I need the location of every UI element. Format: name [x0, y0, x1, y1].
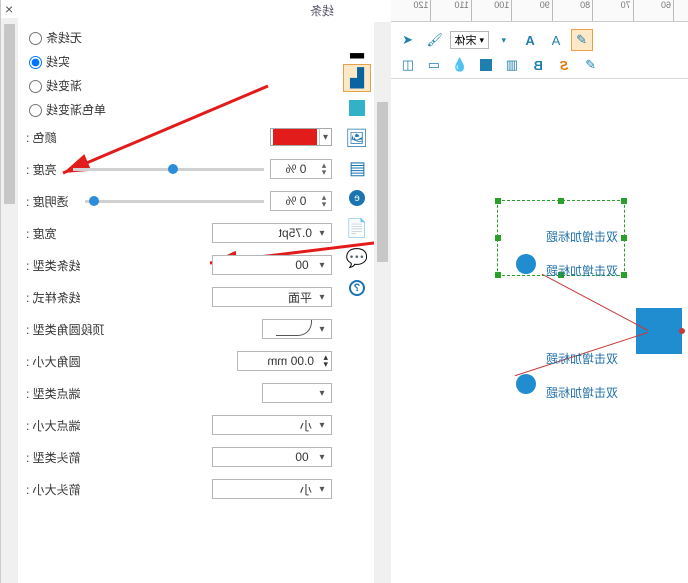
document-icon[interactable]: 📄 — [343, 214, 371, 242]
canvas-scrollbar-vertical[interactable] — [374, 22, 391, 583]
node-label[interactable]: 双击增加标题 — [546, 262, 618, 279]
radio-gradient[interactable] — [29, 80, 42, 93]
pointer-icon[interactable]: ➤ — [397, 29, 419, 51]
canvas-pane: 60 70 80 90 100 110 120 ✎ A A ▾ ▾ 宋体 🖌 ➤ — [374, 0, 688, 583]
node-label[interactable]: 双击增加标题 — [546, 350, 618, 367]
line-type-label: 线条类型 : — [26, 257, 81, 274]
end-type-combo[interactable]: ▾ — [262, 383, 332, 403]
arrow-size-combo[interactable]: ▾ 小 — [212, 479, 332, 499]
radio-single-gradient-label: 单色渐变线 — [46, 101, 106, 118]
end-type-label: 端点类型 : — [26, 385, 81, 402]
bold-icon[interactable]: B — [527, 54, 549, 76]
radio-solid[interactable] — [29, 56, 42, 69]
radio-none[interactable] — [29, 32, 42, 45]
font-size-dropdown[interactable]: ▾ — [493, 29, 515, 51]
node-label[interactable]: 双击增加标题 — [546, 384, 618, 401]
connector-line[interactable] — [542, 274, 648, 331]
tool-eyedrop-icon[interactable]: ✎ — [579, 54, 601, 76]
line-properties-panel: 线条 × 无线条 实线 渐变线 单色渐变线 ▾ — [0, 0, 340, 583]
panel-title: 线条 — [1, 0, 340, 18]
font-size-inc-icon[interactable]: A — [519, 29, 541, 51]
corner-type-label: 顶段圆角类型 : — [26, 321, 105, 338]
font-size-dec-icon[interactable]: A — [545, 29, 567, 51]
web-icon[interactable]: e — [343, 184, 371, 212]
transparency-label: 透明度 : — [26, 193, 69, 210]
end-size-combo[interactable]: ▾ 小 — [212, 415, 332, 435]
brightness-slider[interactable] — [67, 168, 270, 171]
radio-none-label: 无线条 — [46, 29, 82, 46]
layer-icon[interactable]: ▥ — [501, 54, 523, 76]
fill-bucket-icon[interactable]: ▟ — [343, 64, 371, 92]
bubble-icon[interactable]: 💬 — [343, 244, 371, 272]
format-ribbon: ✎ A A ▾ ▾ 宋体 🖌 ➤ ✎ S B ▥ 💧 ▭ ◫ — [391, 25, 688, 79]
droplets-icon[interactable]: 💧 — [449, 54, 471, 76]
paint-format-button[interactable]: ✎ — [571, 29, 593, 51]
drawing-area[interactable]: 双击增加标题 双击增加标题 双击增加标题 双击增加标题 — [391, 94, 688, 583]
close-icon[interactable]: × — [5, 1, 19, 15]
arc-preview-icon — [276, 320, 312, 336]
brush-icon[interactable]: 🖌 — [423, 29, 446, 51]
color-picker[interactable]: ▾ — [270, 128, 332, 146]
radio-single-gradient[interactable] — [29, 104, 42, 117]
list-icon[interactable]: ▤ — [343, 154, 371, 182]
corner-type-combo[interactable]: ▾ — [262, 319, 332, 339]
corner-size-label: 圆角大小 : — [26, 353, 81, 370]
end-size-label: 端点大小 : — [26, 417, 81, 434]
palette-icon[interactable]: ▭ — [423, 54, 445, 76]
transparency-slider[interactable] — [79, 200, 270, 203]
chevron-down-icon[interactable]: ▾ — [319, 129, 331, 145]
brightness-input[interactable]: ▴▾ 0 % — [270, 159, 332, 179]
color-swatch-red — [273, 129, 317, 145]
picture-icon[interactable]: 🖼 — [343, 124, 371, 152]
reflect-icon[interactable]: ◫ — [397, 54, 419, 76]
font-family-combo[interactable]: ▾ 宋体 — [450, 31, 490, 49]
brightness-label: 亮度 : — [26, 161, 57, 178]
width-label: 宽度 : — [26, 225, 57, 242]
strike-icon[interactable]: S — [553, 54, 575, 76]
line-type-combo[interactable]: ▾ 00 — [212, 255, 332, 275]
arrow-type-label: 箭头类型 : — [26, 449, 81, 466]
pen-line-icon[interactable]: ▂ — [343, 34, 371, 62]
line-style-combo[interactable]: ▾ 平面 — [212, 287, 332, 307]
node-label[interactable]: 双击增加标题 — [546, 228, 618, 245]
color-label: 颜色 : — [26, 129, 57, 146]
fill-square-icon[interactable] — [475, 54, 497, 76]
panel-scrollbar[interactable] — [1, 18, 18, 583]
solid-fill-icon[interactable] — [343, 94, 371, 122]
radio-gradient-label: 渐变线 — [46, 77, 82, 94]
shape-rectangle[interactable] — [636, 308, 682, 354]
corner-size-input[interactable]: ▴▾ 0.00 mm — [237, 351, 332, 371]
node-dot[interactable] — [516, 374, 536, 394]
line-style-label: 线条样式 : — [26, 289, 81, 306]
arrow-size-label: 箭头大小 : — [26, 481, 81, 498]
width-combo[interactable]: ▾ 0.75pt — [212, 223, 332, 243]
node-dot[interactable] — [516, 254, 536, 274]
help-icon[interactable]: ? — [343, 274, 371, 302]
ruler-horizontal: 60 70 80 90 100 110 120 — [391, 0, 688, 22]
radio-solid-label: 实线 — [46, 53, 70, 70]
arrow-type-combo[interactable]: ▾ 00 — [212, 447, 332, 467]
side-icon-strip: ▂ ▟ 🖼 ▤ e 📄 💬 ? — [340, 0, 374, 583]
transparency-input[interactable]: ▴▾ 0 % — [270, 191, 332, 211]
